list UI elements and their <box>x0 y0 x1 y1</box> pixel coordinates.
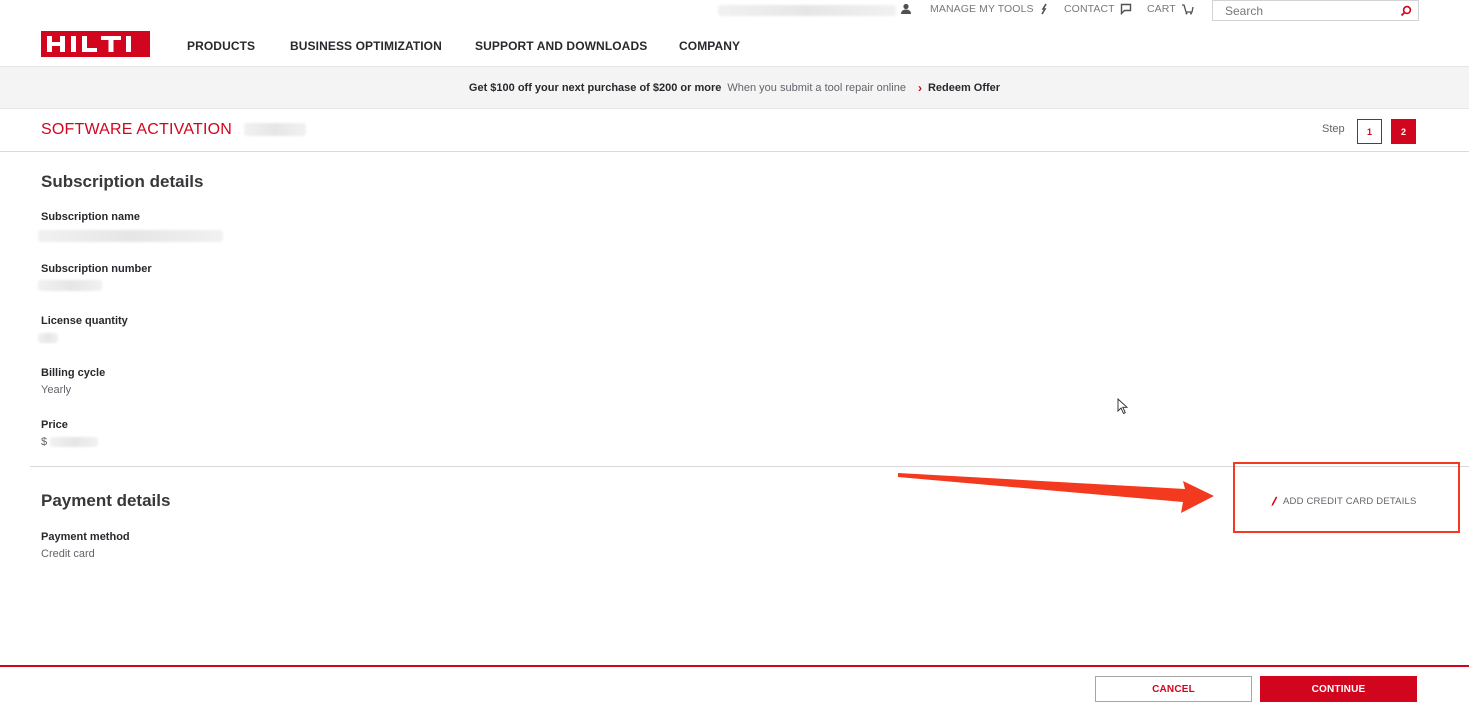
manage-my-tools-link[interactable]: MANAGE MY TOOLS <box>930 3 1049 15</box>
annotation-highlight-box <box>1233 462 1460 533</box>
search-input[interactable] <box>1213 3 1383 18</box>
title-suffix-redacted <box>244 123 306 136</box>
subscription-name-value-redacted <box>38 230 223 242</box>
footer-divider <box>0 665 1469 667</box>
user-name-redacted <box>718 5 896 16</box>
contact-link[interactable]: CONTACT <box>1064 3 1132 15</box>
subscription-number-value-redacted <box>38 280 102 291</box>
mouse-cursor-icon <box>1117 398 1129 415</box>
price-value-redacted <box>50 437 98 447</box>
payment-method-label: Payment method <box>41 531 130 543</box>
manage-my-tools-label: MANAGE MY TOOLS <box>930 3 1034 15</box>
payment-section-title: Payment details <box>41 491 171 510</box>
nav-support-and-downloads[interactable]: SUPPORT AND DOWNLOADS <box>475 39 647 53</box>
promo-subtext: When you submit a tool repair online <box>727 81 906 94</box>
step-1-indicator[interactable]: 1 <box>1357 119 1382 144</box>
user-icon <box>901 3 911 14</box>
top-header: MANAGE MY TOOLS CONTACT CART PRODUCTS BU… <box>0 0 1469 66</box>
wrench-icon <box>1040 3 1047 15</box>
page-title-bar: SOFTWARE ACTIVATION Step 1 2 <box>0 109 1469 152</box>
step-label: Step <box>1322 123 1345 135</box>
cart-label: CART <box>1147 3 1176 15</box>
subscription-number-label: Subscription number <box>41 263 152 275</box>
cart-icon <box>1181 4 1194 15</box>
page-title: SOFTWARE ACTIVATION <box>41 121 233 138</box>
nav-company[interactable]: COMPANY <box>679 39 740 53</box>
cart-link[interactable]: CART <box>1147 3 1194 15</box>
payment-method-value: Credit card <box>41 548 95 560</box>
license-quantity-value-redacted <box>38 333 58 343</box>
cancel-button[interactable]: CANCEL <box>1095 676 1252 702</box>
price-currency: $ <box>41 436 48 448</box>
search-icon[interactable] <box>1400 5 1412 17</box>
promo-banner: Get $100 off your next purchase of $200 … <box>0 66 1469 109</box>
price-label: Price <box>41 419 68 431</box>
subscription-section-title: Subscription details <box>41 172 204 191</box>
billing-cycle-value: Yearly <box>41 384 72 396</box>
hilti-logo[interactable] <box>41 31 150 57</box>
nav-products[interactable]: PRODUCTS <box>187 39 255 53</box>
search-field[interactable] <box>1212 0 1419 21</box>
contact-label: CONTACT <box>1064 3 1115 15</box>
user-account-link[interactable] <box>900 3 912 15</box>
hilti-logo-mark <box>47 36 131 52</box>
redeem-offer-link[interactable]: Redeem Offer <box>928 82 1000 94</box>
chevron-right-icon: › <box>917 80 922 95</box>
promo-headline: Get $100 off your next purchase of $200 … <box>468 81 722 94</box>
chat-icon <box>1120 3 1131 15</box>
billing-cycle-label: Billing cycle <box>41 367 106 379</box>
subscription-name-label: Subscription name <box>41 211 141 223</box>
nav-business-optimization[interactable]: BUSINESS OPTIMIZATION <box>290 39 442 53</box>
continue-button[interactable]: CONTINUE <box>1260 676 1417 702</box>
step-2-indicator: 2 <box>1391 119 1416 144</box>
license-quantity-label: License quantity <box>41 315 128 327</box>
